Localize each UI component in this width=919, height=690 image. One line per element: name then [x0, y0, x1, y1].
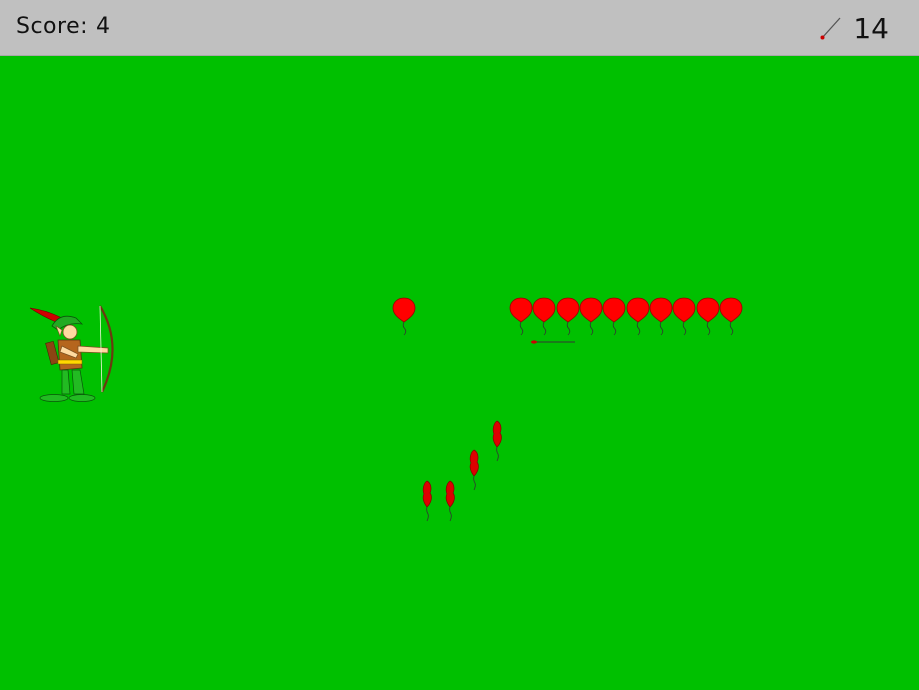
popped-balloon — [492, 420, 502, 462]
arrow-icon — [820, 17, 841, 40]
popped-balloons — [422, 420, 502, 522]
flying-arrow — [531, 340, 575, 344]
balloon[interactable] — [626, 297, 650, 336]
score-label: Score: — [16, 14, 89, 39]
arrows-remaining: 14 — [819, 11, 889, 45]
balloon[interactable] — [556, 297, 580, 336]
balloon[interactable] — [649, 297, 673, 336]
balloon[interactable] — [696, 297, 720, 336]
archer-sprite — [29, 305, 114, 402]
balloon-row — [392, 297, 743, 336]
popped-balloon — [422, 480, 432, 522]
score-value: 4 — [96, 14, 111, 39]
balloon[interactable] — [579, 297, 603, 336]
popped-balloon — [469, 449, 479, 491]
score-display: Score: 4 — [16, 14, 111, 39]
balloon[interactable] — [672, 297, 696, 336]
arrows-count: 14 — [853, 11, 889, 45]
balloon[interactable] — [392, 297, 416, 336]
game-field[interactable] — [0, 56, 919, 690]
balloon[interactable] — [509, 297, 533, 336]
balloon[interactable] — [719, 297, 743, 336]
balloon[interactable] — [532, 297, 556, 336]
playfield-canvas[interactable] — [0, 56, 919, 690]
popped-balloon — [445, 480, 455, 522]
balloon[interactable] — [602, 297, 626, 336]
hud-bar: Score: 4 14 — [0, 0, 919, 56]
